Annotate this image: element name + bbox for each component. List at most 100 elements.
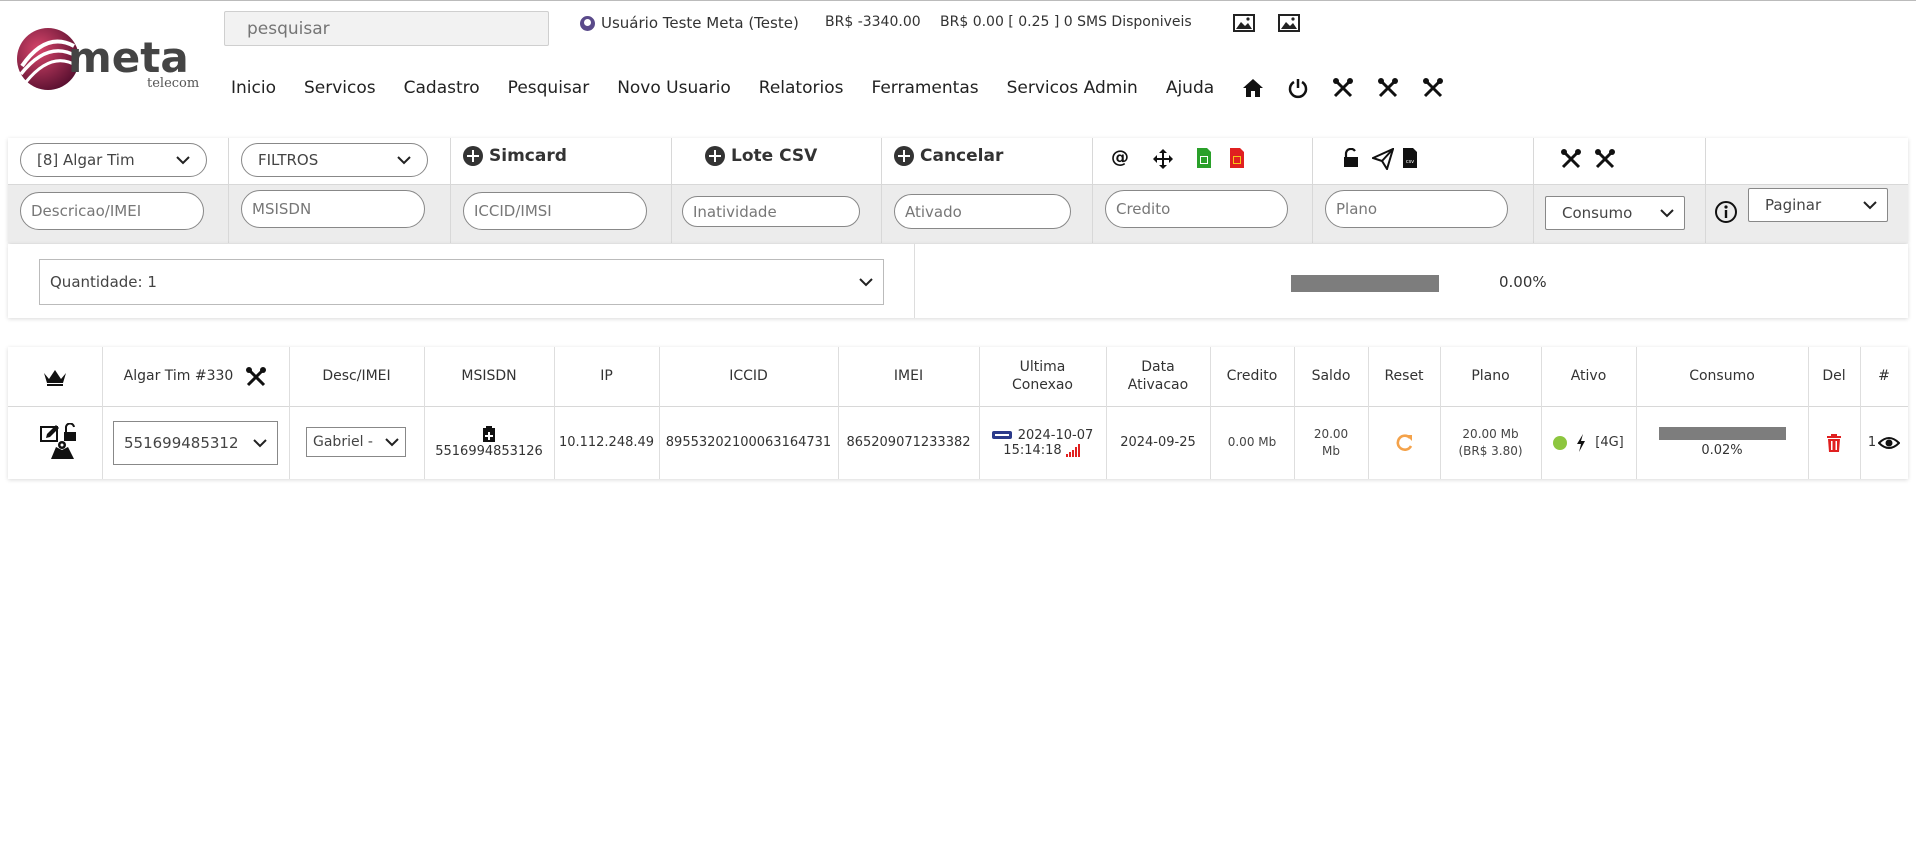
- balance-text: BR$ -3340.00: [825, 14, 921, 30]
- edit-icon[interactable]: [40, 424, 59, 442]
- nav-cadastro[interactable]: Cadastro: [404, 78, 480, 98]
- consumo-select-value: Consumo: [1562, 204, 1633, 222]
- unlock-icon[interactable]: [1342, 148, 1360, 168]
- header-plano[interactable]: Plano: [1440, 347, 1541, 406]
- nav-servicos[interactable]: Servicos: [304, 78, 376, 98]
- consumo-select[interactable]: Consumo: [1545, 196, 1685, 230]
- filtros-select-value: FILTROS: [258, 151, 319, 169]
- clipboard-add-icon[interactable]: [482, 426, 496, 442]
- iccid-imsi-input[interactable]: ICCID/IMSI: [463, 192, 647, 230]
- header-operator[interactable]: Algar Tim #330: [102, 347, 289, 406]
- power-icon[interactable]: [1287, 77, 1309, 99]
- operator-select-value: [8] Algar Tim: [37, 151, 135, 169]
- paginar-select[interactable]: Paginar: [1748, 188, 1888, 222]
- header-saldo[interactable]: Saldo: [1294, 347, 1368, 406]
- chevron-down-icon: [1660, 208, 1674, 217]
- plano-input[interactable]: Plano: [1325, 190, 1508, 228]
- line-select[interactable]: 551699485312: [113, 421, 278, 465]
- tools-icon-4[interactable]: [1560, 148, 1582, 170]
- main-nav: Inicio Servicos Cadastro Pesquisar Novo …: [231, 77, 1467, 99]
- operator-select[interactable]: [8] Algar Tim: [20, 143, 207, 177]
- header-consumo[interactable]: Consumo: [1636, 347, 1808, 406]
- header-ativo[interactable]: Ativo: [1541, 347, 1636, 406]
- send-icon[interactable]: [1372, 148, 1394, 170]
- quantity-label: Quantidade: 1: [50, 273, 157, 291]
- plus-circle-icon: [894, 146, 914, 166]
- tools-icon[interactable]: [1332, 77, 1354, 99]
- top-border: [0, 0, 1916, 1]
- at-icon[interactable]: @: [1111, 147, 1129, 168]
- line-select-value: 551699485312: [124, 434, 239, 452]
- search-input[interactable]: [224, 11, 549, 46]
- msisdn-input[interactable]: MSISDN: [241, 190, 425, 228]
- filter-panel: [8] Algar Tim FILTROS Simcard Lote CSV C…: [8, 138, 1908, 243]
- trash-icon[interactable]: [1826, 433, 1842, 452]
- tools-icon-6[interactable]: [245, 366, 267, 388]
- image-icon[interactable]: [1233, 14, 1255, 32]
- simcard-red-icon[interactable]: [1229, 147, 1245, 169]
- cell-consumo: 0.02%: [1636, 406, 1808, 479]
- header-desc-imei[interactable]: Desc/IMEI: [289, 347, 424, 406]
- msisdn-value: 5516994853126: [435, 444, 543, 459]
- nav-inicio[interactable]: Inicio: [231, 78, 276, 98]
- header-reset[interactable]: Reset: [1368, 347, 1440, 406]
- quantity-progress-text: 0.00%: [1499, 273, 1547, 291]
- credito-placeholder: Credito: [1116, 200, 1171, 218]
- tools-icon-3[interactable]: [1422, 77, 1444, 99]
- cell-reset: [1368, 406, 1440, 479]
- tools-icon-5[interactable]: [1594, 148, 1616, 170]
- meta-telecom-logo[interactable]: meta telecom: [16, 26, 201, 94]
- inatividade-input[interactable]: Inatividade: [682, 196, 860, 227]
- header-crown[interactable]: [8, 347, 102, 406]
- ativado-placeholder: Ativado: [905, 202, 962, 221]
- divider: [1092, 138, 1093, 243]
- table-row-actions: [8, 406, 102, 479]
- quantity-select[interactable]: Quantidade: 1: [39, 259, 884, 305]
- home-icon[interactable]: [1242, 77, 1264, 99]
- header-credito[interactable]: Credito: [1210, 347, 1294, 406]
- image-icon-2[interactable]: [1278, 14, 1300, 32]
- cell-imei: 865209071233382: [846, 435, 971, 450]
- header-imei[interactable]: IMEI: [838, 347, 979, 406]
- header-operator-label: Algar Tim #330: [123, 367, 234, 384]
- header-msisdn[interactable]: MSISDN: [424, 347, 554, 406]
- network-tech: [4G]: [1595, 435, 1624, 450]
- cell-msisdn: 5516994853126: [424, 406, 554, 479]
- unlock-icon-row[interactable]: [64, 422, 76, 441]
- info-icon[interactable]: [1714, 200, 1738, 224]
- simcard-green-icon[interactable]: [1196, 147, 1212, 169]
- nav-ferramentas[interactable]: Ferramentas: [871, 78, 978, 98]
- header-ip[interactable]: IP: [554, 347, 659, 406]
- cell-saldo: 20.00 Mb: [1294, 406, 1368, 479]
- ativado-input[interactable]: Ativado: [894, 194, 1071, 229]
- plano-placeholder: Plano: [1336, 200, 1378, 218]
- cell-ultima-conexao: 2024-10-07 15:14:18: [979, 406, 1106, 479]
- reset-icon[interactable]: [1394, 433, 1414, 453]
- descricao-imei-input[interactable]: Descricao/IMEI: [20, 192, 204, 230]
- header-ultima-conexao[interactable]: Ultima Conexao: [979, 347, 1106, 406]
- header-iccid[interactable]: ICCID: [659, 347, 838, 406]
- header-hash[interactable]: #: [1860, 347, 1908, 406]
- nav-relatorios[interactable]: Relatorios: [759, 78, 844, 98]
- desc-select[interactable]: Gabriel -: [306, 427, 406, 457]
- nav-novo-usuario[interactable]: Novo Usuario: [617, 78, 731, 98]
- user-info[interactable]: Usuário Teste Meta (Teste): [580, 14, 799, 32]
- paginar-select-value: Paginar: [1765, 196, 1822, 214]
- header-del[interactable]: Del: [1808, 347, 1860, 406]
- filtros-select[interactable]: FILTROS: [241, 143, 428, 177]
- tools-icon-2[interactable]: [1377, 77, 1399, 99]
- nav-pesquisar[interactable]: Pesquisar: [508, 78, 590, 98]
- add-lote-csv-button[interactable]: Lote CSV: [705, 146, 817, 166]
- nav-ajuda[interactable]: Ajuda: [1166, 78, 1214, 98]
- quantity-progress-fill: [1291, 275, 1439, 292]
- add-simcard-button[interactable]: Simcard: [463, 146, 567, 166]
- map-location-icon[interactable]: [51, 440, 74, 459]
- eye-icon[interactable]: [1878, 436, 1901, 450]
- crown-icon: [44, 369, 66, 386]
- move-icon[interactable]: [1152, 148, 1174, 170]
- nav-servicos-admin[interactable]: Servicos Admin: [1007, 78, 1138, 98]
- header-data-ativacao[interactable]: Data Ativacao: [1106, 347, 1210, 406]
- csv-file-icon[interactable]: csv: [1402, 147, 1418, 169]
- add-cancelar-button[interactable]: Cancelar: [894, 146, 1003, 166]
- credito-input[interactable]: Credito: [1105, 190, 1288, 228]
